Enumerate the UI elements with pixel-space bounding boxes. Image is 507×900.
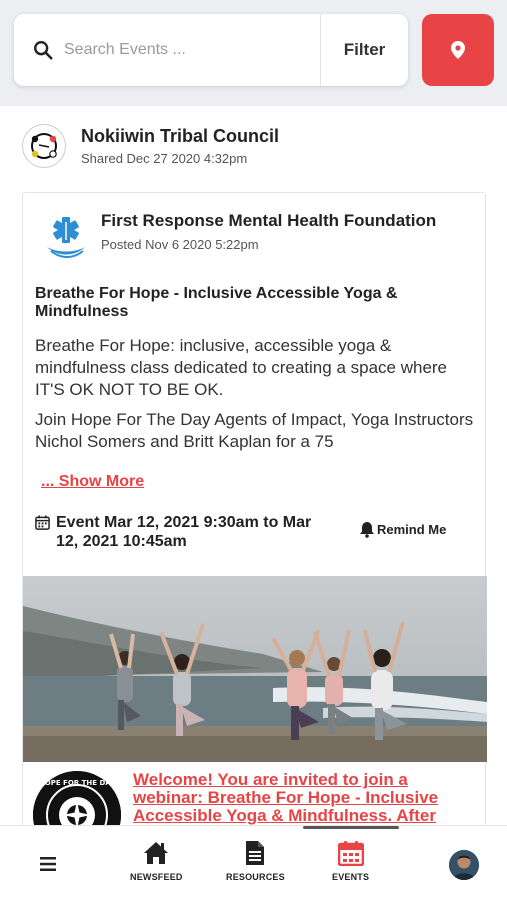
- post-header: First Response Mental Health Foundation …: [41, 211, 436, 261]
- event-photo[interactable]: [23, 576, 487, 762]
- search-icon: [34, 41, 53, 60]
- linked-event: HOPE FOR THE DAY Welcome! You are invite…: [33, 771, 483, 825]
- calendar-icon: [337, 841, 364, 866]
- calendar-icon: [35, 515, 50, 530]
- posted-date: Posted Nov 6 2020 5:22pm: [101, 237, 259, 252]
- posted-by-org-name[interactable]: First Response Mental Health Foundation: [101, 211, 436, 231]
- nav-resources[interactable]: RESOURCES: [226, 840, 285, 882]
- search-input[interactable]: [64, 41, 304, 59]
- event-post-card: First Response Mental Health Foundation …: [22, 192, 487, 825]
- hope-logo-text: HOPE FOR THE DAY: [39, 779, 116, 787]
- news-feed: Nokiiwin Tribal Council Shared Dec 27 20…: [0, 106, 507, 825]
- scroll-indicator: [303, 826, 399, 829]
- top-bar: Filter: [0, 0, 507, 106]
- hope-for-the-day-logo[interactable]: HOPE FOR THE DAY: [33, 771, 121, 825]
- nokiiwin-logo[interactable]: [22, 124, 66, 168]
- nav-events[interactable]: EVENTS: [332, 840, 369, 882]
- show-more-link[interactable]: ... Show More: [41, 473, 144, 491]
- medicine-wheel-icon: [31, 133, 57, 159]
- event-time-text: Event Mar 12, 2021 9:30am to Mar 12, 202…: [56, 514, 312, 550]
- star-of-life-icon: [47, 217, 85, 258]
- map-pin-icon: [451, 41, 465, 59]
- event-title: Breathe For Hope - Inclusive Accessible …: [35, 285, 398, 320]
- remind-me-label: Remind Me: [377, 522, 447, 537]
- profile-avatar[interactable]: [449, 850, 479, 880]
- linked-event-title[interactable]: Welcome! You are invited to join a webin…: [133, 771, 453, 825]
- event-description: Breathe For Hope: inclusive, accessible …: [35, 335, 480, 453]
- frmh-logo[interactable]: [41, 211, 91, 261]
- user-avatar-icon: [449, 850, 479, 880]
- location-button[interactable]: [422, 14, 494, 86]
- compass-logo-icon: HOPE FOR THE DAY: [33, 771, 121, 825]
- nav-label: EVENTS: [332, 872, 370, 882]
- share-header: Nokiiwin Tribal Council Shared Dec 27 20…: [22, 124, 279, 168]
- event-time: Event Mar 12, 2021 9:30am to Mar 12, 202…: [35, 513, 326, 551]
- home-icon: [144, 842, 169, 864]
- nav-newsfeed[interactable]: NEWSFEED: [130, 840, 183, 882]
- nav-label: RESOURCES: [226, 872, 285, 882]
- document-icon: [246, 841, 265, 865]
- bottom-nav: NEWSFEED RESOURCES EVENTS: [0, 825, 507, 900]
- remind-me-button[interactable]: Remind Me: [359, 521, 446, 538]
- description-paragraph: Breathe For Hope: inclusive, accessible …: [35, 336, 448, 399]
- bell-icon: [360, 522, 374, 538]
- description-paragraph: Join Hope For The Day Agents of Impact, …: [35, 410, 474, 451]
- shared-date: Shared Dec 27 2020 4:32pm: [81, 151, 248, 166]
- yoga-beach-image: [23, 576, 487, 762]
- menu-icon[interactable]: [38, 856, 58, 872]
- filter-button[interactable]: Filter: [320, 14, 408, 86]
- shared-by-org-name[interactable]: Nokiiwin Tribal Council: [81, 126, 279, 147]
- nav-label: NEWSFEED: [130, 872, 183, 882]
- search-box[interactable]: Filter: [14, 14, 408, 86]
